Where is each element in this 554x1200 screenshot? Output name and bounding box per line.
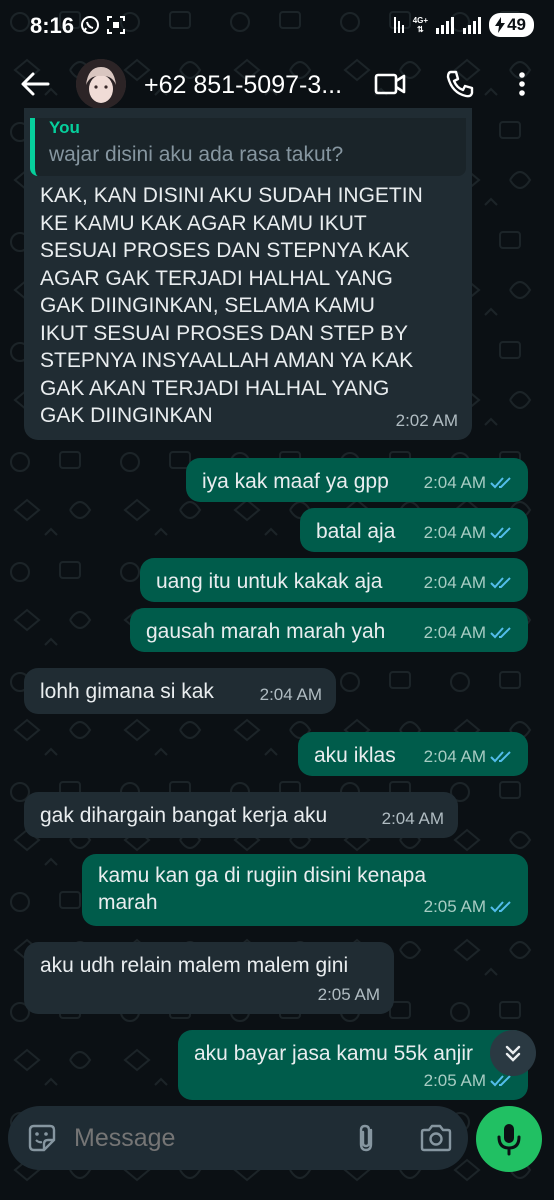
message-text: aku bayar jasa kamu 55k anjir bbox=[194, 1042, 473, 1065]
signal-icon-1 bbox=[436, 17, 455, 34]
message-text: gausah marah marah yah bbox=[146, 620, 386, 643]
mic-icon bbox=[497, 1124, 521, 1156]
message-bubble-incoming[interactable]: aku udh relain malem malem gini 2:05 AM bbox=[24, 942, 394, 1014]
network-type: 4G+ ⇅ bbox=[412, 16, 429, 34]
message-bubble-incoming[interactable]: lohh gimana si kak 2:04 AM bbox=[24, 668, 336, 714]
emoji-icon[interactable] bbox=[26, 1122, 58, 1154]
message-text: uang itu untuk kakak aja bbox=[156, 570, 383, 593]
signal-icon-2 bbox=[463, 17, 482, 34]
double-check-icon bbox=[490, 476, 511, 488]
voice-call-icon[interactable] bbox=[444, 68, 476, 100]
quoted-message[interactable]: You wajar disini aku ada rasa takut? bbox=[30, 118, 466, 176]
status-time: 8:16 bbox=[30, 13, 75, 38]
more-options-icon[interactable] bbox=[506, 68, 538, 100]
contact-name[interactable]: +62 851-5097-3... bbox=[144, 71, 342, 100]
message-time: 2:04 AM bbox=[424, 619, 514, 646]
status-bar: 8:16 4G+ ⇅ 49 bbox=[0, 0, 554, 52]
quoted-text: wajar disini aku ada rasa takut? bbox=[49, 143, 344, 166]
attach-icon[interactable] bbox=[351, 1122, 383, 1154]
charging-icon bbox=[495, 17, 506, 33]
message-bubble-outgoing[interactable]: uang itu untuk kakak aja 2:04 AM bbox=[140, 558, 528, 602]
double-check-icon bbox=[490, 626, 511, 638]
message-time: 2:04 AM bbox=[381, 809, 444, 828]
voice-message-button[interactable] bbox=[476, 1106, 542, 1172]
system-navigation-bar bbox=[0, 1182, 554, 1200]
vibrate-icon bbox=[393, 17, 404, 33]
whatsapp-notification-icon bbox=[81, 16, 99, 34]
message-text: KAK, KAN DISINI AKU SUDAH INGETIN KE KAM… bbox=[40, 184, 423, 427]
camera-icon[interactable] bbox=[419, 1122, 453, 1154]
message-bubble-outgoing[interactable]: aku iklas 2:04 AM bbox=[298, 732, 528, 776]
message-text: lohh gimana si kak bbox=[40, 680, 214, 703]
double-check-icon bbox=[490, 900, 511, 912]
message-bubble-outgoing[interactable]: batal aja 2:04 AM bbox=[300, 508, 528, 552]
video-call-icon[interactable] bbox=[374, 68, 406, 100]
message-text: aku udh relain malem malem gini bbox=[40, 954, 349, 977]
message-time: 2:05 AM bbox=[317, 985, 380, 1004]
message-bubble-outgoing[interactable]: aku bayar jasa kamu 55k anjir 2:05 AM bbox=[178, 1030, 528, 1100]
message-time: 2:04 AM bbox=[424, 469, 514, 496]
message-time: 2:04 AM bbox=[424, 519, 514, 546]
message-text: kamu kan ga di rugiin disini kenapa mara… bbox=[98, 864, 427, 914]
message-bubble-outgoing[interactable]: kamu kan ga di rugiin disini kenapa mara… bbox=[82, 854, 528, 926]
message-bubble-outgoing[interactable]: gausah marah marah yah 2:04 AM bbox=[130, 608, 528, 652]
message-composer bbox=[8, 1106, 468, 1170]
message-time: 2:05 AM bbox=[424, 893, 514, 920]
message-time: 2:04 AM bbox=[424, 569, 514, 596]
message-text: batal aja bbox=[316, 520, 396, 543]
avatar-image bbox=[76, 59, 126, 109]
double-check-icon bbox=[490, 750, 511, 762]
message-text: gak dihargain bangat kerja aku bbox=[40, 804, 328, 827]
message-bubble-outgoing[interactable]: iya kak maaf ya gpp 2:04 AM bbox=[186, 458, 528, 502]
message-time: 2:04 AM bbox=[259, 685, 322, 704]
message-text: aku iklas bbox=[314, 744, 396, 767]
contact-avatar[interactable] bbox=[76, 59, 126, 109]
message-input[interactable] bbox=[74, 1124, 334, 1153]
double-check-icon bbox=[490, 576, 511, 588]
message-time: 2:02 AM bbox=[395, 411, 458, 430]
message-time: 2:04 AM bbox=[424, 743, 514, 770]
message-bubble-incoming[interactable]: gak dihargain bangat kerja aku 2:04 AM bbox=[24, 792, 458, 838]
message-text: iya kak maaf ya gpp bbox=[202, 470, 389, 493]
scroll-down-icon bbox=[505, 1045, 521, 1062]
double-check-icon bbox=[490, 526, 511, 538]
scroll-down-button[interactable] bbox=[490, 1030, 536, 1076]
back-arrow-icon[interactable] bbox=[18, 67, 52, 101]
battery-indicator: 49 bbox=[489, 13, 534, 37]
screenshot-icon bbox=[107, 16, 125, 34]
battery-level: 49 bbox=[507, 15, 526, 34]
quoted-sender: You bbox=[49, 118, 80, 137]
